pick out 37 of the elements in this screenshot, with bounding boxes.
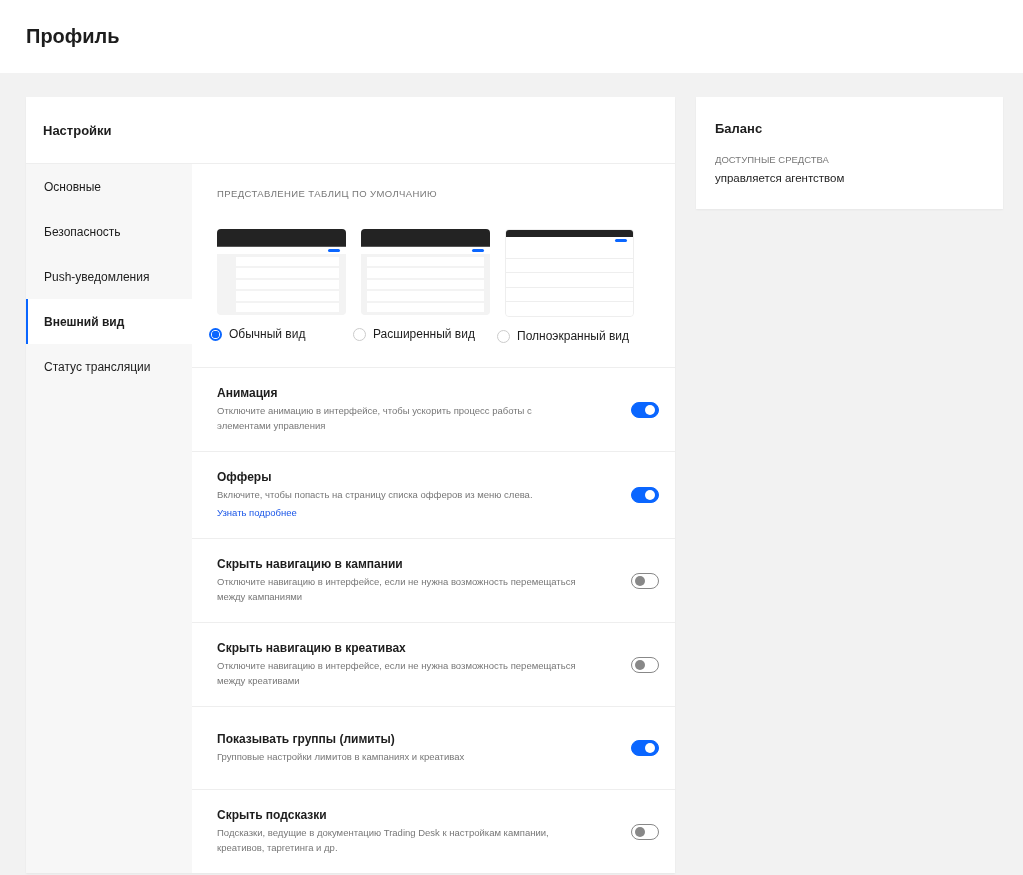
setting-description: Отключите навигацию в интерфейсе, если не нужна возможность перемещаться между креативами <box>217 659 577 688</box>
sidebar-item[interactable]: Статус трансляции <box>26 344 192 389</box>
page-title: Профиль <box>26 25 120 48</box>
table-layout-preview[interactable] <box>217 229 346 315</box>
setting-title: Показывать группы (лимиты) <box>217 732 396 746</box>
toggle-switch[interactable] <box>631 656 659 673</box>
setting-description: Включите, чтобы попасть на страницу списка офферов из меню слева. <box>217 488 533 502</box>
sidebar-item[interactable]: Push-уведомления <box>26 254 192 299</box>
balance-title: Баланс <box>715 121 764 136</box>
setting-title: Скрыть подсказки <box>217 808 328 822</box>
balance-value: управляется агентством <box>715 172 846 184</box>
setting-title: Анимация <box>217 386 279 400</box>
sidebar-item[interactable]: Безопасность <box>26 209 192 254</box>
learn-more-link[interactable]: Узнать подробнее <box>217 507 297 518</box>
sidebar-item[interactable]: Внешний вид <box>26 299 192 344</box>
toggle-switch[interactable] <box>631 823 659 840</box>
toggle-switch[interactable] <box>631 740 659 756</box>
setting-description: Подсказки, ведущие в документацию Trading Desk к настройкам кампании, креативов, таргетинга и др. <box>217 826 550 855</box>
setting-description: Отключите анимацию в интерфейсе, чтобы ускорить процесс работы с элементами управления <box>217 404 533 433</box>
radio-button[interactable] <box>209 327 222 341</box>
sidebar-item[interactable]: Основные <box>26 164 192 209</box>
radio-label: Расширенный вид <box>373 327 475 341</box>
radio-label: Обычный вид <box>229 327 306 341</box>
toggle-switch[interactable] <box>631 401 659 418</box>
section-heading: ПРЕДСТАВЛЕНИЕ ТАБЛИЦ ПО УМОЛЧАНИЮ <box>217 188 439 199</box>
toggle-switch[interactable] <box>631 572 659 589</box>
settings-title: Настройки <box>43 122 112 138</box>
setting-title: Офферы <box>217 470 273 484</box>
table-layout-preview[interactable] <box>505 229 634 317</box>
balance-label: ДОСТУПНЫЕ СРЕДСТВА <box>715 154 830 165</box>
table-layout-preview[interactable] <box>361 229 490 315</box>
setting-description: Групповые настройки лимитов в кампаниях и креативах <box>217 750 465 764</box>
setting-title: Скрыть навигацию в кампании <box>217 557 404 571</box>
setting-description: Отключите навигацию в интерфейсе, если не нужна возможность перемещаться между кампаниями <box>217 575 577 604</box>
setting-title: Скрыть навигацию в креативах <box>217 641 407 655</box>
toggle-switch[interactable] <box>631 487 659 503</box>
radio-label: Полноэкранный вид <box>517 329 630 343</box>
